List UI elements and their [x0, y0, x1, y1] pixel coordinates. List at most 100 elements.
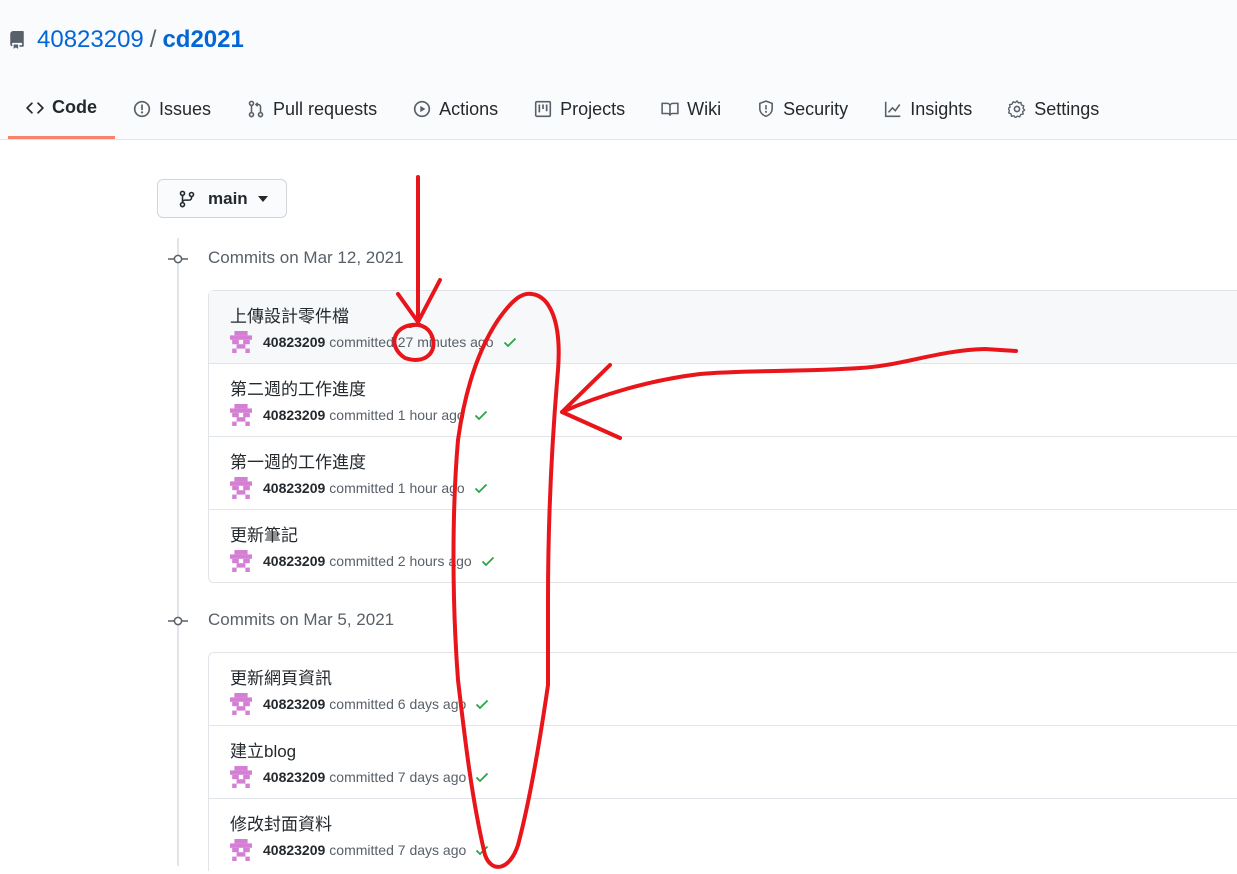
commit-message-link[interactable]: 更新網頁資訊 — [230, 664, 332, 689]
commit-row: 更新網頁資訊 40823209 committed 6 days ago — [209, 653, 1237, 726]
author-avatar[interactable] — [230, 404, 252, 426]
tab-label: Pull requests — [273, 98, 378, 119]
tab-security[interactable]: Security — [739, 88, 866, 130]
commit-author-link[interactable]: 40823209 — [263, 553, 325, 569]
branch-label: main — [208, 188, 248, 208]
check-icon[interactable] — [502, 334, 518, 350]
check-icon[interactable] — [474, 769, 490, 785]
commit-meta: 40823209 committed 6 days ago — [230, 693, 490, 715]
caret-down-icon — [257, 195, 268, 202]
commit-verb: committed — [329, 553, 394, 569]
graph-icon — [885, 101, 901, 118]
commit-verb: committed — [329, 769, 394, 785]
repo-name-link[interactable]: cd2021 — [162, 26, 243, 54]
commit-verb: committed — [329, 696, 394, 712]
check-icon[interactable] — [473, 407, 489, 423]
repo-separator: / — [149, 26, 157, 53]
commit-author-link[interactable]: 40823209 — [263, 480, 325, 496]
commit-time: 7 days ago — [397, 842, 467, 858]
play-icon — [413, 100, 431, 118]
commit-time: 7 days ago — [397, 769, 467, 785]
git-branch-icon — [179, 190, 195, 207]
tab-settings[interactable]: Settings — [990, 88, 1117, 130]
tab-wiki[interactable]: Wiki — [643, 88, 739, 130]
timeline-line — [177, 238, 179, 866]
commit-row: 更新筆記 40823209 committed 2 hours ago — [209, 510, 1237, 582]
commit-time: 1 hour ago — [397, 480, 465, 496]
author-avatar[interactable] — [230, 839, 252, 861]
issue-icon — [133, 100, 151, 118]
check-icon[interactable] — [473, 480, 489, 496]
commit-message-link[interactable]: 建立blog — [230, 737, 296, 762]
check-icon[interactable] — [474, 696, 490, 712]
commit-meta: 40823209 committed 27 minutes ago — [230, 331, 518, 353]
commit-meta: 40823209 committed 1 hour ago — [230, 404, 489, 426]
gear-icon — [1008, 100, 1026, 118]
commit-group-icon — [168, 616, 188, 626]
tab-code[interactable]: Code — [8, 88, 115, 139]
commit-group-title: Commits on Mar 12, 2021 — [208, 248, 404, 267]
author-avatar[interactable] — [230, 766, 252, 788]
commit-time: 27 minutes ago — [397, 334, 494, 350]
check-icon[interactable] — [480, 553, 496, 569]
shield-icon — [759, 100, 774, 118]
commit-author-link[interactable]: 40823209 — [263, 407, 325, 423]
commit-meta: 40823209 committed 2 hours ago — [230, 550, 496, 572]
commit-author-link[interactable]: 40823209 — [263, 696, 325, 712]
repo-owner-link[interactable]: 40823209 — [37, 26, 144, 54]
commit-row: 上傳設計零件檔 40823209 committed 27 minutes ag… — [209, 291, 1237, 364]
commit-author-link[interactable]: 40823209 — [263, 769, 325, 785]
project-icon — [535, 100, 552, 118]
commit-time: 2 hours ago — [397, 553, 472, 569]
commit-author-link[interactable]: 40823209 — [263, 334, 325, 350]
commit-row: 第一週的工作進度 40823209 committed 1 hour ago — [209, 437, 1237, 510]
author-avatar[interactable] — [230, 331, 252, 353]
commit-list: 更新網頁資訊 40823209 committed 6 days ago 建立b… — [208, 652, 1237, 871]
tab-label: Projects — [560, 98, 626, 119]
tab-issues[interactable]: Issues — [115, 88, 229, 130]
commit-meta: 40823209 committed 7 days ago — [230, 839, 490, 861]
commit-author-link[interactable]: 40823209 — [263, 842, 325, 858]
check-icon[interactable] — [474, 842, 490, 858]
tab-pull-requests[interactable]: Pull requests — [229, 88, 395, 130]
author-avatar[interactable] — [230, 477, 252, 499]
tab-insights[interactable]: Insights — [866, 88, 990, 130]
author-avatar[interactable] — [230, 693, 252, 715]
tab-label: Wiki — [687, 98, 722, 119]
tab-label: Actions — [439, 98, 499, 119]
tab-projects[interactable]: Projects — [516, 88, 643, 130]
commit-message-link[interactable]: 更新筆記 — [230, 521, 298, 546]
repo-nav-tabs: Code Issues Pull requests Actions Projec… — [8, 88, 1117, 139]
commit-row: 建立blog 40823209 committed 7 days ago — [209, 726, 1237, 799]
commit-meta: 40823209 committed 1 hour ago — [230, 477, 489, 499]
pull-request-icon — [248, 100, 264, 118]
commit-message-link[interactable]: 第一週的工作進度 — [230, 448, 366, 473]
repo-icon — [8, 30, 26, 50]
tab-label: Code — [52, 97, 97, 117]
commit-message-link[interactable]: 修改封面資料 — [230, 810, 332, 835]
commit-group-title: Commits on Mar 5, 2021 — [208, 610, 395, 629]
commit-verb: committed — [329, 334, 394, 350]
tab-label: Settings — [1034, 98, 1100, 119]
commit-list: 上傳設計零件檔 40823209 committed 27 minutes ag… — [208, 290, 1237, 583]
tab-label: Insights — [910, 98, 973, 119]
commit-group-icon — [168, 254, 188, 264]
branch-select-button[interactable]: main — [157, 179, 287, 218]
commit-row: 第二週的工作進度 40823209 committed 1 hour ago — [209, 364, 1237, 437]
commit-time: 6 days ago — [397, 696, 467, 712]
code-icon — [26, 101, 44, 114]
commit-message-link[interactable]: 上傳設計零件檔 — [230, 302, 349, 327]
commit-verb: committed — [329, 407, 394, 423]
tab-label: Issues — [159, 98, 212, 119]
book-icon — [661, 102, 679, 116]
commit-row: 修改封面資料 40823209 committed 7 days ago — [209, 799, 1237, 871]
commit-message-link[interactable]: 第二週的工作進度 — [230, 375, 366, 400]
author-avatar[interactable] — [230, 550, 252, 572]
tab-label: Security — [783, 98, 849, 119]
commit-verb: committed — [329, 842, 394, 858]
commit-time: 1 hour ago — [397, 407, 465, 423]
commit-meta: 40823209 committed 7 days ago — [230, 766, 490, 788]
repo-title: 40823209 / cd2021 — [8, 24, 244, 56]
tab-actions[interactable]: Actions — [395, 88, 516, 130]
commit-verb: committed — [329, 480, 394, 496]
